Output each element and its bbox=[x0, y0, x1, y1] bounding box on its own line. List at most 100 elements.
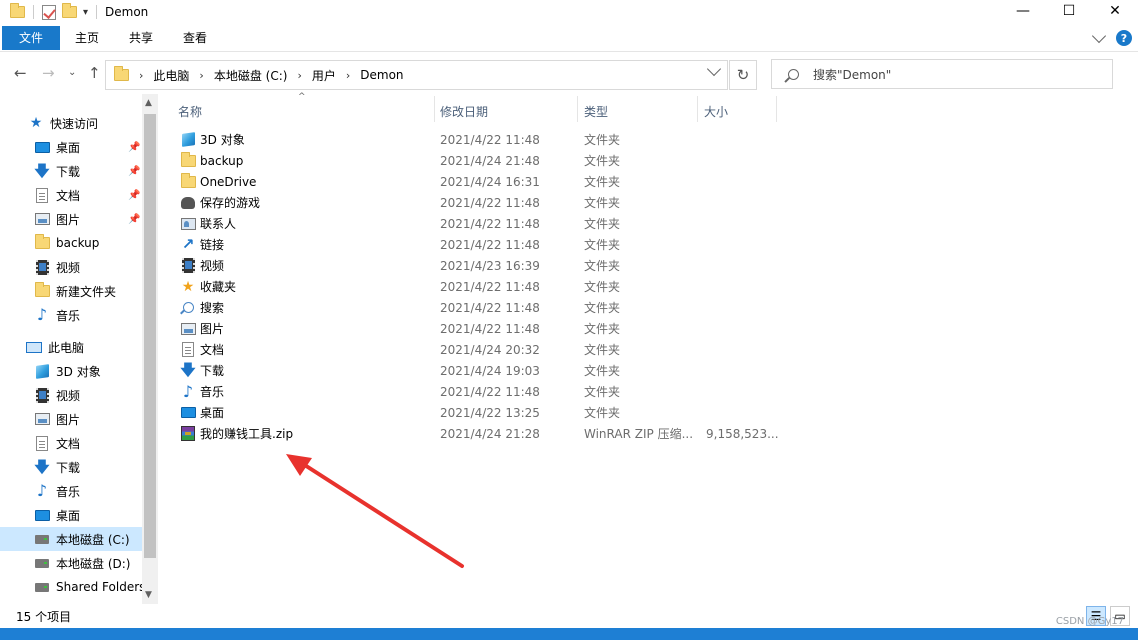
address-bar[interactable]: › 此电脑 › 本地磁盘 (C:) › 用户 › Demon bbox=[105, 60, 728, 90]
sidebar-item-pictures[interactable]: 图片 📌 bbox=[0, 207, 142, 231]
sort-ascending-icon: ^ bbox=[298, 92, 306, 102]
file-row[interactable]: ♪ 音乐 2021/4/22 11:48 文件夹 bbox=[176, 381, 776, 402]
scroll-down-icon[interactable]: ▼ bbox=[145, 590, 152, 600]
chevron-right-icon[interactable]: › bbox=[346, 69, 350, 82]
file-row[interactable]: 图片 2021/4/22 11:48 文件夹 bbox=[176, 318, 776, 339]
tab-share[interactable]: 共享 bbox=[114, 26, 168, 50]
desktop-icon bbox=[34, 507, 50, 523]
column-divider[interactable] bbox=[434, 96, 435, 122]
pin-icon[interactable]: 📌 bbox=[128, 214, 140, 225]
file-row[interactable]: 🡇 下载 2021/4/24 19:03 文件夹 bbox=[176, 360, 776, 381]
file-row[interactable]: ↗ 链接 2021/4/22 11:48 文件夹 bbox=[176, 234, 776, 255]
file-row[interactable]: 文档 2021/4/24 20:32 文件夹 bbox=[176, 339, 776, 360]
sidebar-item-drive-c[interactable]: 本地磁盘 (C:) bbox=[0, 527, 142, 551]
minimize-button[interactable]: — bbox=[1000, 0, 1046, 22]
tab-view[interactable]: 查看 bbox=[168, 26, 222, 50]
file-date: 2021/4/24 16:31 bbox=[440, 174, 540, 189]
tab-file[interactable]: 文件 bbox=[2, 25, 60, 50]
scrollbar-thumb[interactable] bbox=[144, 114, 156, 558]
sidebar-item-videos[interactable]: 视频 bbox=[0, 383, 142, 407]
chevron-right-icon[interactable]: › bbox=[199, 69, 203, 82]
sidebar-item-new-folder[interactable]: 新建文件夹 bbox=[0, 279, 142, 303]
file-row[interactable]: 联系人 2021/4/22 11:48 文件夹 bbox=[176, 213, 776, 234]
breadcrumb-this-pc[interactable]: 此电脑 bbox=[153, 67, 189, 84]
customize-toolbar-icon[interactable]: ▾ bbox=[83, 7, 88, 18]
column-header-date[interactable]: 修改日期 bbox=[440, 100, 488, 122]
breadcrumb-users[interactable]: 用户 bbox=[312, 67, 336, 84]
pin-icon[interactable]: 📌 bbox=[128, 166, 140, 177]
file-row[interactable]: 我的赚钱工具.zip 2021/4/24 21:28 WinRAR ZIP 压缩… bbox=[176, 423, 779, 444]
download-icon: 🡇 bbox=[34, 457, 50, 476]
picture-icon bbox=[34, 211, 50, 227]
expand-ribbon-icon[interactable] bbox=[1091, 28, 1107, 44]
forward-arrow-icon[interactable]: → bbox=[42, 64, 55, 82]
recent-locations-icon[interactable]: ⌄ bbox=[68, 67, 76, 78]
properties-icon[interactable] bbox=[42, 4, 56, 20]
star-icon: ★ bbox=[29, 115, 43, 131]
file-row[interactable]: ★ 收藏夹 2021/4/22 11:48 文件夹 bbox=[176, 276, 776, 297]
document-icon bbox=[180, 342, 196, 358]
address-dropdown-icon[interactable] bbox=[706, 61, 722, 77]
breadcrumb-drive-c[interactable]: 本地磁盘 (C:) bbox=[214, 67, 288, 84]
sidebar-item-backup[interactable]: backup bbox=[0, 231, 142, 255]
file-date: 2021/4/22 11:48 bbox=[440, 216, 540, 231]
file-row[interactable]: 视频 2021/4/23 16:39 文件夹 bbox=[176, 255, 776, 276]
close-button[interactable]: ✕ bbox=[1092, 0, 1138, 22]
up-arrow-icon[interactable]: ↑ bbox=[88, 64, 101, 82]
sidebar-item-documents[interactable]: 文档 📌 bbox=[0, 183, 142, 207]
sidebar-item-downloads[interactable]: 🡇 下载 bbox=[0, 455, 142, 479]
file-row[interactable]: 搜索 2021/4/22 11:48 文件夹 bbox=[176, 297, 776, 318]
sidebar-item-label: 新建文件夹 bbox=[56, 284, 117, 299]
column-divider[interactable] bbox=[776, 96, 777, 122]
sidebar-item-music[interactable]: ♪ 音乐 bbox=[0, 479, 142, 503]
sidebar-item-downloads[interactable]: 🡇 下载 📌 bbox=[0, 159, 142, 183]
file-type: WinRAR ZIP 压缩... bbox=[584, 427, 694, 441]
search-input[interactable]: 搜索"Demon" bbox=[813, 66, 891, 83]
chevron-right-icon[interactable]: › bbox=[297, 69, 301, 82]
pin-icon[interactable]: 📌 bbox=[128, 142, 140, 153]
sidebar-item-shared-folders[interactable]: Shared Folders bbox=[0, 575, 145, 599]
new-folder-icon[interactable] bbox=[62, 3, 77, 18]
refresh-button[interactable]: ↻ bbox=[729, 60, 757, 90]
sidebar-item-music[interactable]: ♪ 音乐 bbox=[0, 303, 142, 327]
sidebar-item-3d-objects[interactable]: 3D 对象 bbox=[0, 359, 142, 383]
sidebar-item-documents[interactable]: 文档 bbox=[0, 431, 142, 455]
file-row[interactable]: 桌面 2021/4/22 13:25 文件夹 bbox=[176, 402, 776, 423]
sidebar-quick-access[interactable]: ★ 快速访问 bbox=[0, 111, 142, 135]
help-icon[interactable]: ? bbox=[1116, 30, 1132, 46]
taskbar-edge bbox=[0, 628, 1138, 640]
sidebar-item-label: backup bbox=[56, 236, 100, 250]
file-row[interactable]: 保存的游戏 2021/4/22 11:48 文件夹 bbox=[176, 192, 776, 213]
column-header-name[interactable]: 名称 bbox=[178, 100, 202, 122]
file-name: backup bbox=[200, 153, 244, 168]
file-name: 音乐 bbox=[200, 385, 225, 399]
file-row[interactable]: backup 2021/4/24 21:48 文件夹 bbox=[176, 150, 776, 171]
scroll-up-icon[interactable]: ▲ bbox=[145, 98, 152, 108]
sidebar-scrollbar[interactable]: ▲ ▼ bbox=[142, 94, 158, 604]
desktop-icon bbox=[180, 405, 196, 421]
sidebar-this-pc[interactable]: 此电脑 bbox=[0, 335, 142, 359]
column-header-type[interactable]: 类型 bbox=[584, 100, 608, 122]
sidebar-item-drive-d[interactable]: 本地磁盘 (D:) bbox=[0, 551, 142, 575]
pin-icon[interactable]: 📌 bbox=[128, 190, 140, 201]
video-icon bbox=[180, 258, 196, 274]
column-divider[interactable] bbox=[697, 96, 698, 122]
breadcrumb-demon[interactable]: Demon bbox=[360, 68, 403, 82]
sidebar-item-label: 快速访问 bbox=[50, 116, 99, 131]
search-box[interactable]: 搜索"Demon" bbox=[771, 59, 1113, 89]
3d-objects-icon bbox=[34, 363, 50, 379]
file-name: 图片 bbox=[200, 322, 225, 336]
maximize-button[interactable]: ☐ bbox=[1046, 0, 1092, 22]
column-header-size[interactable]: 大小 bbox=[704, 100, 728, 122]
sidebar-item-videos[interactable]: 视频 bbox=[0, 255, 142, 279]
chevron-right-icon[interactable]: › bbox=[139, 69, 143, 82]
sidebar-item-desktop[interactable]: 桌面 bbox=[0, 503, 142, 527]
back-arrow-icon[interactable]: ← bbox=[14, 64, 27, 82]
file-row[interactable]: 3D 对象 2021/4/22 11:48 文件夹 bbox=[176, 129, 776, 150]
file-row[interactable]: OneDrive 2021/4/24 16:31 文件夹 bbox=[176, 171, 776, 192]
sidebar-item-pictures[interactable]: 图片 bbox=[0, 407, 142, 431]
searches-icon bbox=[180, 300, 196, 316]
sidebar-item-desktop[interactable]: 桌面 📌 bbox=[0, 135, 142, 159]
column-divider[interactable] bbox=[577, 96, 578, 122]
tab-home[interactable]: 主页 bbox=[60, 26, 114, 50]
